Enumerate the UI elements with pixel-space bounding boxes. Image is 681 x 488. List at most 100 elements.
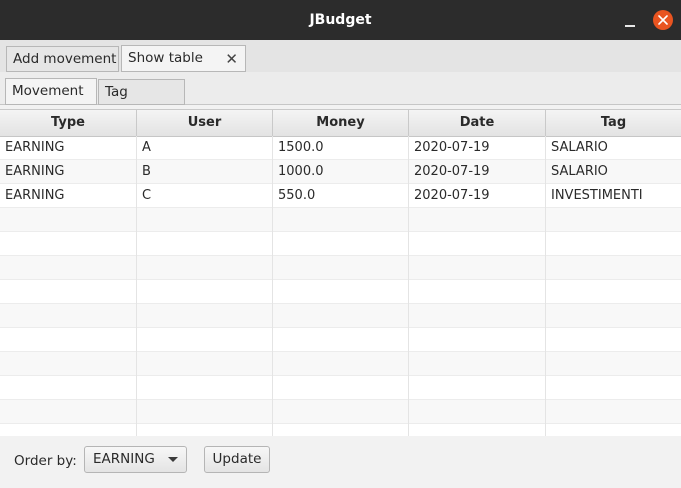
table-cell (0, 376, 137, 400)
column-header-money[interactable]: Money (273, 110, 409, 136)
table-cell (137, 352, 273, 376)
empty-table-row[interactable] (0, 352, 681, 376)
table-cell (137, 232, 273, 256)
table-cell (409, 232, 546, 256)
tab-add-movement[interactable]: Add movement (6, 46, 119, 72)
table-row[interactable]: EARNING B 1000.0 2020-07-19 SALARIO (0, 160, 681, 184)
empty-table-row[interactable] (0, 400, 681, 424)
order-by-value: EARNING (93, 451, 155, 467)
table-cell (137, 376, 273, 400)
empty-table-row[interactable] (0, 328, 681, 352)
table-cell (0, 328, 137, 352)
tab-show-table-label: Show table (128, 50, 203, 66)
tab-movement-label: Movement (12, 83, 84, 99)
title-bar: JBudget (0, 0, 681, 40)
tab-add-movement-label: Add movement (13, 51, 117, 67)
table-cell (546, 280, 681, 304)
table-row[interactable]: EARNING C 550.0 2020-07-19 INVESTIMENTI (0, 184, 681, 208)
column-header-tag[interactable]: Tag (546, 110, 681, 136)
movement-table[interactable]: Type User Money Date Tag EARNING A 1500.0 2… (0, 109, 681, 437)
table-cell (409, 328, 546, 352)
table-cell: EARNING (0, 136, 137, 160)
table-cell (0, 208, 137, 232)
table-cell: INVESTIMENTI (551, 188, 643, 203)
table-cell (137, 328, 273, 352)
minimize-button[interactable] (620, 11, 640, 31)
table-cell (273, 376, 409, 400)
empty-table-row[interactable] (0, 208, 681, 232)
table-cell (409, 352, 546, 376)
window-title: JBudget (309, 12, 372, 28)
table-cell (409, 304, 546, 328)
table-cell (273, 400, 409, 424)
column-header-type[interactable]: Type (0, 110, 137, 136)
empty-table-row[interactable] (0, 304, 681, 328)
table-cell (409, 208, 546, 232)
close-icon (658, 15, 668, 25)
table-cell: C (137, 184, 273, 208)
empty-table-row[interactable] (0, 232, 681, 256)
table-cell (546, 400, 681, 424)
table-cell: EARNING (0, 184, 137, 208)
table-header: Type User Money Date Tag (0, 110, 681, 137)
table-cell: B (137, 160, 273, 184)
table-cell (546, 328, 681, 352)
table-cell: 1500.0 (273, 136, 409, 160)
table-cell (137, 256, 273, 280)
empty-table-row[interactable] (0, 280, 681, 304)
table-cell (0, 232, 137, 256)
inner-tab-bar: Movement Tag (0, 72, 681, 105)
empty-table-row[interactable] (0, 376, 681, 400)
tab-movement[interactable]: Movement (5, 78, 97, 105)
table-cell (0, 304, 137, 328)
update-button[interactable]: Update (204, 446, 270, 473)
order-by-select[interactable]: EARNING (84, 446, 187, 473)
table-cell (409, 256, 546, 280)
table-cell (0, 256, 137, 280)
table-cell (273, 232, 409, 256)
table-cell: SALARIO (551, 140, 608, 155)
table-cell (273, 352, 409, 376)
tab-tag[interactable]: Tag (98, 79, 185, 105)
table-cell (546, 304, 681, 328)
table-cell (546, 232, 681, 256)
chevron-down-icon (168, 457, 178, 462)
table-cell: 550.0 (273, 184, 409, 208)
table-cell (137, 280, 273, 304)
table-cell (273, 208, 409, 232)
table-cell (409, 376, 546, 400)
table-cell: A (137, 136, 273, 160)
table-cell: SALARIO (551, 164, 608, 179)
bottom-bar: Order by: EARNING Update (0, 436, 681, 488)
table-cell (137, 304, 273, 328)
table-cell (137, 208, 273, 232)
tab-tag-label: Tag (105, 84, 128, 100)
table-cell (0, 352, 137, 376)
tab-show-table[interactable]: Show table ✕ (121, 45, 246, 72)
table-cell (409, 400, 546, 424)
table-cell (273, 280, 409, 304)
table-cell (546, 376, 681, 400)
table-cell (273, 304, 409, 328)
table-cell (137, 400, 273, 424)
close-window-button[interactable] (653, 10, 673, 30)
table-cell: 1000.0 (273, 160, 409, 184)
table-cell (409, 280, 546, 304)
empty-table-row[interactable] (0, 256, 681, 280)
table-cell (546, 352, 681, 376)
outer-tab-bar: Add movement Show table ✕ (0, 40, 681, 73)
table-cell (273, 328, 409, 352)
table-cell (273, 256, 409, 280)
table-cell: 2020-07-19 (409, 160, 546, 184)
column-header-date[interactable]: Date (409, 110, 546, 136)
table-cell (0, 400, 137, 424)
order-by-label: Order by: (14, 453, 77, 469)
table-cell: 2020-07-19 (409, 136, 546, 160)
column-header-user[interactable]: User (137, 110, 273, 136)
table-cell (546, 256, 681, 280)
table-cell (546, 208, 681, 232)
table-cell: 2020-07-19 (409, 184, 546, 208)
tab-close-icon[interactable]: ✕ (225, 47, 238, 71)
table-row[interactable]: EARNING A 1500.0 2020-07-19 SALARIO (0, 136, 681, 160)
table-cell: EARNING (0, 160, 137, 184)
